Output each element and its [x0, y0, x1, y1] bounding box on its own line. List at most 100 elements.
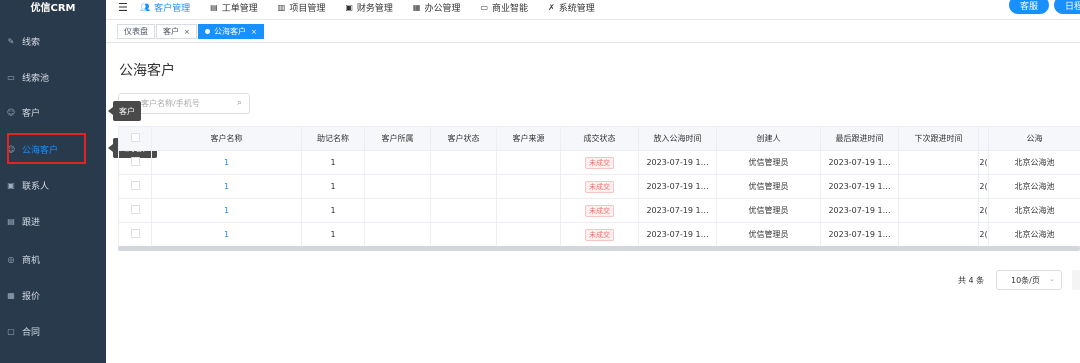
cell-owner — [364, 150, 431, 175]
top-menu-label: 客户管理 — [154, 3, 191, 14]
top-menu-business-intelligence[interactable]: ▭ 商业智能 — [480, 1, 528, 14]
office-icon: ▦ — [412, 2, 421, 12]
sidebar-item-contacts[interactable]: ▣ 联系人 — [0, 170, 106, 200]
tag-label: 客户 — [163, 27, 179, 36]
top-menu-project-management[interactable]: ▥ 项目管理 — [278, 1, 326, 14]
sidebar-item-followup[interactable]: ▤ 跟进 — [0, 206, 106, 236]
sidebar-item-label: 联系人 — [22, 181, 50, 192]
row-checkbox[interactable] — [130, 229, 140, 238]
cell-creator: 优信管理员 — [716, 198, 821, 223]
cell-state — [430, 198, 497, 223]
row-checkbox[interactable] — [130, 157, 140, 166]
close-icon[interactable]: × — [251, 28, 257, 36]
column-header: 下次跟进时间 — [898, 126, 979, 151]
ticket-icon: ▤ — [210, 2, 218, 12]
top-menu-label: 办公管理 — [424, 3, 461, 14]
row-select-cell[interactable] — [118, 198, 152, 223]
sidebar-item-lead-pool[interactable]: ▭ 线索池 — [0, 62, 106, 92]
cell-pool: 北京公海池 — [988, 222, 1080, 247]
customer-name-link[interactable]: 1 — [151, 198, 302, 223]
sidebar-item-label: 合同 — [22, 327, 41, 338]
bi-icon: ▭ — [480, 2, 489, 12]
row-select-cell[interactable] — [118, 222, 152, 247]
edit-icon: ✎ — [7, 36, 15, 46]
schedule-button[interactable]: 日程 — [1054, 0, 1080, 14]
cell-source — [496, 174, 561, 199]
cell-put-time: 2023-07-19 1… — [638, 174, 717, 199]
wrench-icon: ✗ — [548, 2, 555, 12]
top-menu: 👥︎ 客户管理 ▤ 工单管理 ▥ 项目管理 ▣ 财务管理 ▦ 办公管理 ▭ 商业… — [140, 0, 615, 14]
top-menu-system-management[interactable]: ✗ 系统管理 — [548, 1, 595, 14]
pagination-total: 共 4 条 — [958, 275, 985, 285]
customer-name-link[interactable]: 1 — [151, 174, 302, 199]
sidebar-item-label: 跟进 — [22, 217, 41, 228]
search-icon[interactable]: ⌕ — [237, 98, 242, 108]
cell-next-follow — [898, 222, 979, 247]
contract-icon: ▢ — [7, 326, 15, 336]
cell-put-time: 2023-07-19 1… — [638, 198, 717, 223]
top-navbar: ☰ 👥︎ 客户管理 ▤ 工单管理 ▥ 项目管理 ▣ 财务管理 ▦ 办公管理 ▭ … — [106, 0, 1080, 20]
cell-extra: 2( — [978, 150, 989, 175]
tag-label: 仪表盘 — [124, 27, 148, 36]
cell-next-follow — [898, 174, 979, 199]
row-select-cell[interactable] — [118, 174, 152, 199]
sidebar-item-contracts[interactable]: ▢ 合同 — [0, 316, 106, 346]
sidebar-item-leads[interactable]: ✎ 线索 — [0, 26, 106, 56]
cell-last-follow: 2023-07-19 1… — [820, 150, 899, 175]
table-row[interactable]: 1 1 未成交 2023-07-19 1… 优信管理员 2023-07-19 1… — [118, 174, 1080, 199]
row-checkbox[interactable] — [130, 181, 140, 190]
cell-state — [430, 150, 497, 175]
customer-name-link[interactable]: 1 — [151, 222, 302, 247]
tag-customers[interactable]: 客户 × — [156, 24, 197, 39]
table-row[interactable]: 1 1 未成交 2023-07-19 1… 优信管理员 2023-07-19 1… — [118, 222, 1080, 247]
sidebar-item-label: 线索池 — [22, 73, 50, 84]
customer-service-button[interactable]: 客服 — [1009, 0, 1049, 14]
top-menu-office-management[interactable]: ▦ 办公管理 — [413, 1, 461, 14]
sidebar-item-customers[interactable]: ☺ 客户 — [0, 97, 106, 127]
followup-icon: ▤ — [7, 216, 15, 226]
select-all-checkbox[interactable] — [130, 133, 140, 142]
page-size-value: 10条/页 — [1011, 275, 1040, 285]
finance-icon: ▣ — [345, 2, 353, 12]
cell-pool: 北京公海池 — [988, 198, 1080, 223]
cell-alias: 1 — [301, 150, 365, 175]
customer-name-link[interactable]: 1 — [151, 150, 302, 175]
tag-public-customers[interactable]: 公海客户 × — [198, 24, 264, 39]
horizontal-scrollbar[interactable] — [118, 246, 1080, 251]
table-row[interactable]: 1 1 未成交 2023-07-19 1… 优信管理员 2023-07-19 1… — [118, 150, 1080, 175]
cell-source — [496, 150, 561, 175]
sidebar-item-opportunities[interactable]: ◎ 商机 — [0, 244, 106, 274]
tag-dashboard[interactable]: 仪表盘 — [117, 24, 155, 39]
menu-toggle-icon[interactable]: ☰ — [118, 1, 128, 14]
top-menu-label: 财务管理 — [356, 3, 393, 14]
cell-deal: 未成交 — [560, 174, 639, 199]
top-menu-ticket-management[interactable]: ▤ 工单管理 — [210, 1, 258, 14]
top-menu-customer-management[interactable]: 👥︎ 客户管理 — [140, 1, 190, 14]
opportunity-icon: ◎ — [7, 254, 15, 264]
sidebar-item-quotes[interactable]: ▦ 报价 — [0, 280, 106, 310]
cell-state — [430, 222, 497, 247]
row-select-cell[interactable] — [118, 150, 152, 175]
column-header: 公海 — [988, 126, 1080, 151]
page-size-select[interactable]: 10条/页 ⌄ — [996, 270, 1062, 290]
cell-alias: 1 — [301, 222, 365, 247]
project-icon: ▥ — [277, 2, 286, 12]
cell-owner — [364, 198, 431, 223]
cell-extra: 2( — [978, 174, 989, 199]
top-menu-label: 项目管理 — [289, 3, 326, 14]
table-row[interactable]: 1 1 未成交 2023-07-19 1… 优信管理员 2023-07-19 1… — [118, 198, 1080, 223]
top-menu-label: 商业智能 — [492, 3, 529, 14]
row-checkbox[interactable] — [130, 205, 140, 214]
cell-deal: 未成交 — [560, 150, 639, 175]
top-menu-finance-management[interactable]: ▣ 财务管理 — [345, 1, 393, 14]
cell-alias: 1 — [301, 198, 365, 223]
column-header-select[interactable] — [118, 126, 152, 151]
pagination-prev-button[interactable] — [1072, 270, 1080, 290]
sidebar: 优信CRM ✎ 线索 ▭ 线索池 ☺ 客户 ☺ 公海客户 ▣ 联系人 ▤ 跟进 … — [0, 0, 106, 363]
column-header: 放入公海时间 — [638, 126, 717, 151]
cell-next-follow — [898, 198, 979, 223]
cell-last-follow: 2023-07-19 1… — [820, 198, 899, 223]
sidebar-item-label: 客户 — [22, 108, 41, 119]
close-icon[interactable]: × — [184, 28, 190, 36]
cell-put-time: 2023-07-19 1… — [638, 150, 717, 175]
